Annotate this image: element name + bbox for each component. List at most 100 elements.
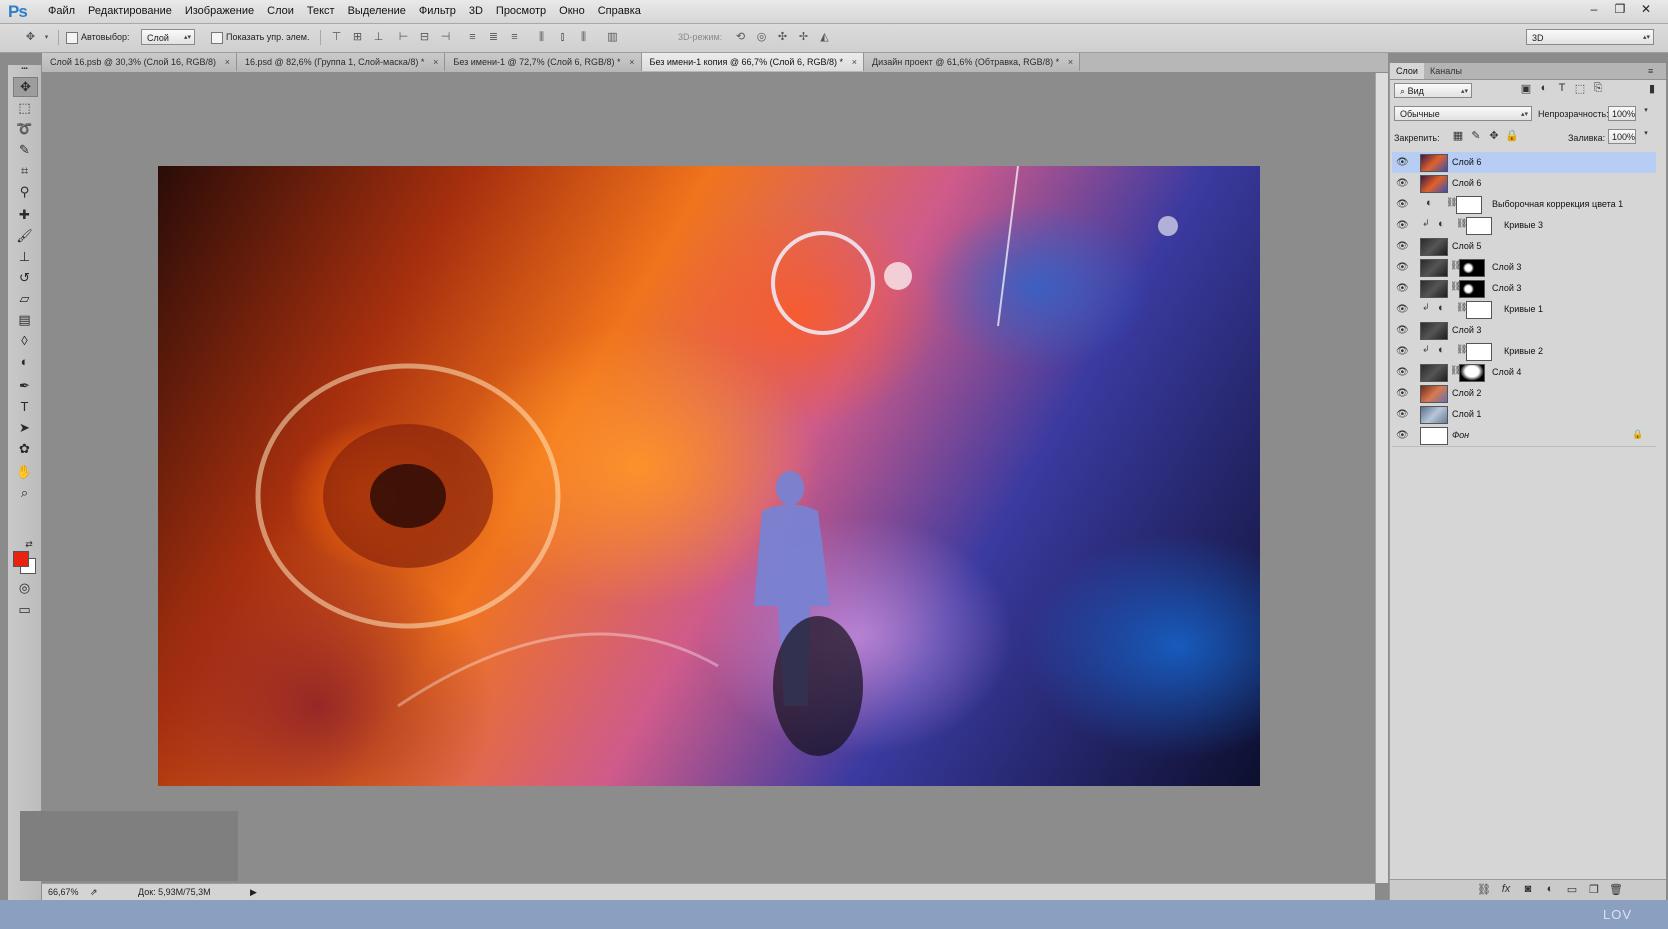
minimize-button[interactable]: –: [1582, 0, 1606, 18]
document-tab[interactable]: Без имени-1 копия @ 66,7% (Слой 6, RGB/8…: [641, 53, 864, 71]
lasso-tool-icon[interactable]: ➰: [13, 120, 36, 138]
layer-row[interactable]: 👁 Слой 5: [1392, 236, 1656, 258]
menu-item[interactable]: Редактирование: [88, 0, 183, 23]
menu-item[interactable]: Текст: [307, 0, 346, 23]
drag-3d-icon[interactable]: ✣: [776, 31, 789, 44]
visibility-eye-icon[interactable]: 👁: [1396, 388, 1409, 399]
tab-close-icon[interactable]: ×: [1068, 53, 1073, 71]
healing-brush-tool-icon[interactable]: ✚: [13, 206, 36, 224]
tab-close-icon[interactable]: ×: [225, 53, 230, 71]
document-tab[interactable]: 16.psd @ 82,6% (Группа 1, Слой-маска/8) …: [236, 53, 446, 71]
menu-item[interactable]: Слои: [267, 0, 305, 23]
tab-channels[interactable]: Каналы: [1424, 63, 1468, 79]
layer-name[interactable]: Кривые 1: [1504, 299, 1543, 320]
hand-tool-icon[interactable]: ✋: [13, 463, 36, 481]
layer-mask-thumbnail[interactable]: [1459, 280, 1485, 298]
quick-select-tool-icon[interactable]: ✎: [13, 141, 36, 159]
layer-mask-thumbnail[interactable]: [1456, 196, 1482, 214]
layer-row[interactable]: 👁 Слой 3: [1392, 320, 1656, 342]
layer-thumbnail[interactable]: [1420, 238, 1448, 256]
layer-name[interactable]: Фон: [1452, 425, 1469, 446]
restore-button[interactable]: ❐: [1608, 0, 1632, 18]
quick-mask-icon[interactable]: ◎: [13, 579, 36, 597]
new-layer-icon[interactable]: ❐: [1586, 883, 1602, 897]
new-adjustment-icon[interactable]: ◐: [1542, 883, 1558, 897]
layer-name[interactable]: Слой 3: [1452, 320, 1481, 341]
history-brush-tool-icon[interactable]: ↺: [13, 269, 36, 287]
distribute-left-icon[interactable]: ⫼: [535, 31, 548, 44]
layer-name[interactable]: Слой 5: [1452, 236, 1481, 257]
visibility-eye-icon[interactable]: 👁: [1396, 157, 1409, 168]
layer-row[interactable]: 👁 Фон 🔒: [1392, 425, 1656, 447]
align-left-icon[interactable]: ⊢: [397, 31, 410, 44]
distribute-bottom-icon[interactable]: ≡: [508, 31, 521, 44]
layer-name[interactable]: Слой 1: [1452, 404, 1481, 425]
panel-menu-icon[interactable]: ≡: [1642, 63, 1659, 79]
delete-layer-icon[interactable]: 🗑: [1608, 883, 1624, 897]
menu-item[interactable]: 3D: [469, 0, 494, 23]
autoselect-select[interactable]: Слой ▴▾: [141, 29, 195, 45]
layer-row[interactable]: 👁 ↲ ◐ ⛓ Кривые 2: [1392, 341, 1656, 363]
lock-pixels-icon[interactable]: ✎: [1468, 129, 1484, 143]
eyedropper-tool-icon[interactable]: ⚲: [13, 183, 36, 201]
layer-name[interactable]: Слой 6: [1452, 152, 1481, 173]
visibility-eye-icon[interactable]: 👁: [1396, 430, 1409, 441]
layer-mask-thumbnail[interactable]: [1459, 364, 1485, 382]
layer-row[interactable]: 👁 ↲ ◐ ⛓ Кривые 3: [1392, 215, 1656, 237]
zoom-tool-icon[interactable]: ⌕: [13, 484, 36, 502]
autoselect-checkbox[interactable]: [66, 32, 78, 44]
layer-row[interactable]: 👁 Слой 1: [1392, 404, 1656, 426]
layer-row[interactable]: 👁 Слой 2: [1392, 383, 1656, 405]
gradient-tool-icon[interactable]: ▤: [13, 311, 36, 329]
lock-position-icon[interactable]: ✥: [1486, 129, 1502, 143]
layer-row[interactable]: 👁 ⛓ Слой 3: [1392, 257, 1656, 279]
layer-row[interactable]: 👁 Слой 6: [1392, 152, 1656, 174]
layer-row[interactable]: 👁 ⛓ Слой 3: [1392, 278, 1656, 300]
rotate-3d-icon[interactable]: ⟲: [734, 31, 747, 44]
path-select-tool-icon[interactable]: ➤: [13, 419, 36, 437]
new-group-icon[interactable]: ▭: [1564, 883, 1580, 897]
vertical-scrollbar[interactable]: [1375, 73, 1388, 883]
visibility-eye-icon[interactable]: 👁: [1396, 346, 1409, 357]
menu-item[interactable]: Фильтр: [419, 0, 467, 23]
layer-row[interactable]: 👁 ⛓ Слой 4: [1392, 362, 1656, 384]
link-layers-icon[interactable]: ⛓: [1476, 883, 1492, 897]
align-vcenter-icon[interactable]: ⊞: [351, 31, 364, 44]
menu-item[interactable]: Файл: [48, 0, 86, 23]
status-menu-arrow-icon[interactable]: ▶: [250, 884, 257, 900]
screen-mode-icon[interactable]: ▭: [13, 601, 36, 619]
layer-style-icon[interactable]: fx: [1498, 883, 1514, 897]
pen-tool-icon[interactable]: ✒: [13, 377, 36, 395]
foreground-color-swatch[interactable]: [13, 551, 29, 567]
tab-close-icon[interactable]: ×: [629, 53, 634, 71]
layer-name[interactable]: Кривые 3: [1504, 215, 1543, 236]
move-tool-icon[interactable]: ✥: [13, 77, 38, 97]
stamp-tool-icon[interactable]: ⊥: [13, 248, 36, 266]
layer-mask-thumbnail[interactable]: [1459, 259, 1485, 277]
layer-filter-select[interactable]: ⌕ Вид ▴▾: [1394, 83, 1472, 98]
layer-thumbnail[interactable]: [1420, 259, 1448, 277]
layer-row[interactable]: 👁 ↲ ◐ ⛓ Кривые 1: [1392, 299, 1656, 321]
distribute-hcenter-icon[interactable]: ⫾: [556, 31, 569, 44]
visibility-eye-icon[interactable]: 👁: [1396, 367, 1409, 378]
tab-layers[interactable]: Слои: [1390, 63, 1424, 79]
dodge-tool-icon[interactable]: ◐: [13, 353, 36, 371]
slide-3d-icon[interactable]: ✢: [797, 31, 810, 44]
show-transform-checkbox[interactable]: [211, 32, 223, 44]
layer-mask-thumbnail[interactable]: [1466, 343, 1492, 361]
tab-close-icon[interactable]: ×: [433, 53, 438, 71]
lock-transparency-icon[interactable]: ▦: [1450, 129, 1466, 143]
visibility-eye-icon[interactable]: 👁: [1396, 262, 1409, 273]
scale-3d-icon[interactable]: ◭: [818, 31, 831, 44]
align-bottom-icon[interactable]: ⊥: [372, 31, 385, 44]
layer-name[interactable]: Выборочная коррекция цвета 1: [1492, 194, 1623, 215]
layer-mask-thumbnail[interactable]: [1466, 301, 1492, 319]
move-tool-preset-icon[interactable]: ✥: [24, 31, 37, 44]
filter-shape-icon[interactable]: ⬚: [1572, 82, 1588, 96]
layer-thumbnail[interactable]: [1420, 427, 1448, 445]
filter-smart-object-icon[interactable]: ⎘: [1590, 82, 1606, 96]
document-tab[interactable]: Без имени-1 @ 72,7% (Слой 6, RGB/8) * ×: [445, 53, 642, 71]
auto-align-icon[interactable]: ▥: [606, 31, 619, 44]
menu-item[interactable]: Изображение: [185, 0, 265, 23]
menu-item[interactable]: Справка: [598, 0, 652, 23]
